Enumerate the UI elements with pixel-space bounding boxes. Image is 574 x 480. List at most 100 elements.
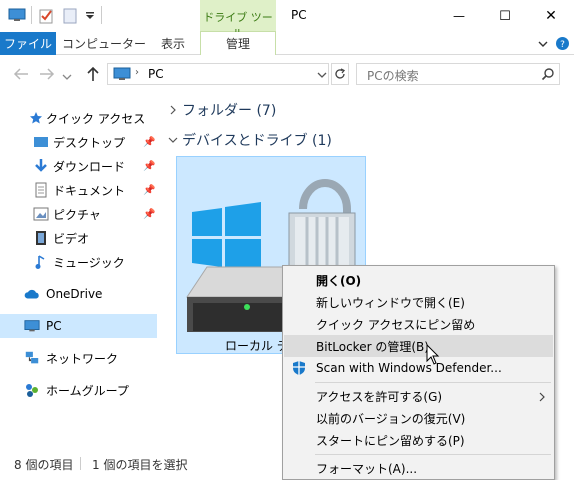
sidebar-item-label: デスクトップ (53, 135, 126, 150)
pin-icon[interactable]: 📌 (143, 137, 155, 148)
sidebar-item-label: ミュージック (53, 255, 125, 270)
menu-item-open-new-window[interactable]: 新しいウィンドウで開く(E) (284, 291, 553, 313)
pin-icon[interactable]: 📌 (143, 209, 155, 220)
menu-item-label: フォーマット(A)... (316, 461, 418, 476)
maximize-button[interactable]: ☐ (482, 0, 528, 32)
menu-item-open[interactable]: 開く(O) (284, 269, 553, 291)
defender-shield-icon (291, 360, 307, 376)
cloud-icon (24, 286, 40, 302)
pin-icon[interactable]: 📌 (143, 161, 155, 172)
chevron-down-icon (168, 135, 180, 145)
menu-separator (315, 382, 551, 383)
tab-computer[interactable]: コンピューター (60, 32, 148, 55)
menu-item-label: 開く(O) (316, 273, 362, 288)
sidebar-item-label: ダウンロード (53, 159, 126, 174)
qat-customize-icon[interactable] (85, 10, 95, 20)
ribbon-expand-icon[interactable] (537, 38, 549, 50)
search-icon[interactable] (541, 67, 555, 81)
breadcrumb-chevron-icon[interactable]: › (135, 67, 139, 78)
sidebar-item-documents[interactable]: ドキュメント 📌 (0, 178, 157, 202)
sidebar-item-desktop[interactable]: デスクトップ 📌 (0, 130, 157, 154)
sidebar-item-label: PC (46, 319, 62, 333)
sidebar-item-label: ネットワーク (46, 351, 119, 366)
item-count: 8 個の項目 (14, 458, 74, 472)
menu-item-label: クイック アクセスにピン留め (316, 317, 476, 332)
sidebar-item-quick-access[interactable]: クイック アクセス (0, 106, 157, 130)
qat-divider (31, 6, 32, 24)
search-input[interactable]: PCの検索 (356, 63, 560, 85)
sidebar-item-label: ピクチャ (53, 207, 101, 222)
minimize-button[interactable]: — (436, 0, 482, 32)
sidebar-item-onedrive[interactable]: OneDrive (0, 282, 157, 306)
menu-item-pin-start[interactable]: スタートにピン留めする(P) (284, 429, 553, 451)
submenu-arrow-icon (538, 391, 546, 402)
menu-item-scan-defender[interactable]: Scan with Windows Defender... (284, 357, 553, 379)
sidebar-item-network[interactable]: ネットワーク (0, 346, 157, 370)
mouse-cursor-icon (426, 343, 440, 366)
forward-button[interactable] (38, 66, 56, 82)
address-dropdown-icon[interactable] (317, 69, 327, 79)
properties-icon[interactable] (38, 8, 54, 24)
pictures-icon (33, 206, 49, 222)
menu-item-label: Scan with Windows Defender... (316, 361, 502, 375)
breadcrumb-pc[interactable]: PC (148, 67, 164, 81)
menu-item-label: BitLocker の管理(B) (316, 339, 429, 354)
menu-item-label: 以前のバージョンの復元(V) (316, 411, 466, 426)
music-icon (33, 254, 49, 270)
app-icon[interactable] (8, 8, 26, 22)
menu-item-label: スタートにピン留めする(P) (316, 433, 465, 448)
minimize-icon: — (453, 9, 465, 23)
group-devices-and-drives[interactable]: デバイスとドライブ (1) (168, 130, 332, 150)
tab-file[interactable]: ファイル (0, 32, 56, 55)
document-icon (33, 182, 49, 198)
recent-locations-icon[interactable] (62, 70, 72, 80)
sidebar-item-label: ドキュメント (53, 183, 126, 198)
address-bar[interactable]: › PC (107, 63, 329, 85)
qat-divider-2 (101, 6, 102, 24)
menu-item-label: アクセスを許可する(G) (316, 389, 443, 404)
sidebar-item-label: OneDrive (46, 287, 103, 301)
sidebar-item-pc[interactable]: PC (0, 314, 157, 338)
star-icon (28, 110, 44, 126)
menu-item-give-access[interactable]: アクセスを許可する(G) (284, 385, 553, 407)
tab-manage[interactable]: 管理 (200, 32, 276, 55)
group-label: デバイスとドライブ (1) (182, 133, 332, 149)
refresh-icon (335, 68, 346, 79)
chevron-right-icon (168, 105, 180, 115)
context-menu: 開く(O) 新しいウィンドウで開く(E) クイック アクセスにピン留め BitL… (282, 265, 555, 480)
video-icon (33, 230, 49, 246)
close-button[interactable]: ✕ (528, 0, 574, 32)
homegroup-icon (24, 382, 40, 398)
sidebar-item-music[interactable]: ミュージック (0, 250, 157, 274)
back-button[interactable] (12, 66, 30, 82)
sidebar-item-label: クイック アクセス (46, 111, 146, 126)
menu-separator (315, 454, 551, 455)
menu-item-pin-quick-access[interactable]: クイック アクセスにピン留め (284, 313, 553, 335)
sidebar-item-label: ビデオ (53, 231, 90, 246)
search-placeholder: PCの検索 (367, 69, 419, 83)
pin-icon[interactable]: 📌 (143, 185, 155, 196)
svg-text:?: ? (560, 40, 565, 50)
new-folder-icon[interactable] (62, 8, 78, 24)
help-icon[interactable]: ? (555, 36, 570, 51)
status-divider (80, 457, 81, 470)
close-icon: ✕ (545, 8, 557, 24)
maximize-icon: ☐ (499, 8, 511, 24)
sidebar-item-downloads[interactable]: ダウンロード 📌 (0, 154, 157, 178)
sidebar-item-videos[interactable]: ビデオ (0, 226, 157, 250)
sidebar-item-homegroup[interactable]: ホームグループ (0, 378, 157, 402)
refresh-button[interactable] (331, 63, 349, 85)
menu-item-label: 新しいウィンドウで開く(E) (316, 295, 465, 310)
menu-item-manage-bitlocker[interactable]: BitLocker の管理(B) (284, 335, 553, 357)
up-button[interactable] (85, 65, 101, 83)
sidebar-item-label: ホームグループ (46, 383, 129, 398)
window-title: PC (291, 8, 307, 22)
computer-icon (113, 67, 131, 81)
menu-item-restore-versions[interactable]: 以前のバージョンの復元(V) (284, 407, 553, 429)
tab-view[interactable]: 表示 (148, 32, 198, 55)
network-icon (24, 350, 40, 366)
download-icon (33, 158, 49, 174)
group-folders[interactable]: フォルダー (7) (168, 100, 276, 120)
computer-icon (24, 318, 40, 334)
sidebar-item-pictures[interactable]: ピクチャ 📌 (0, 202, 157, 226)
